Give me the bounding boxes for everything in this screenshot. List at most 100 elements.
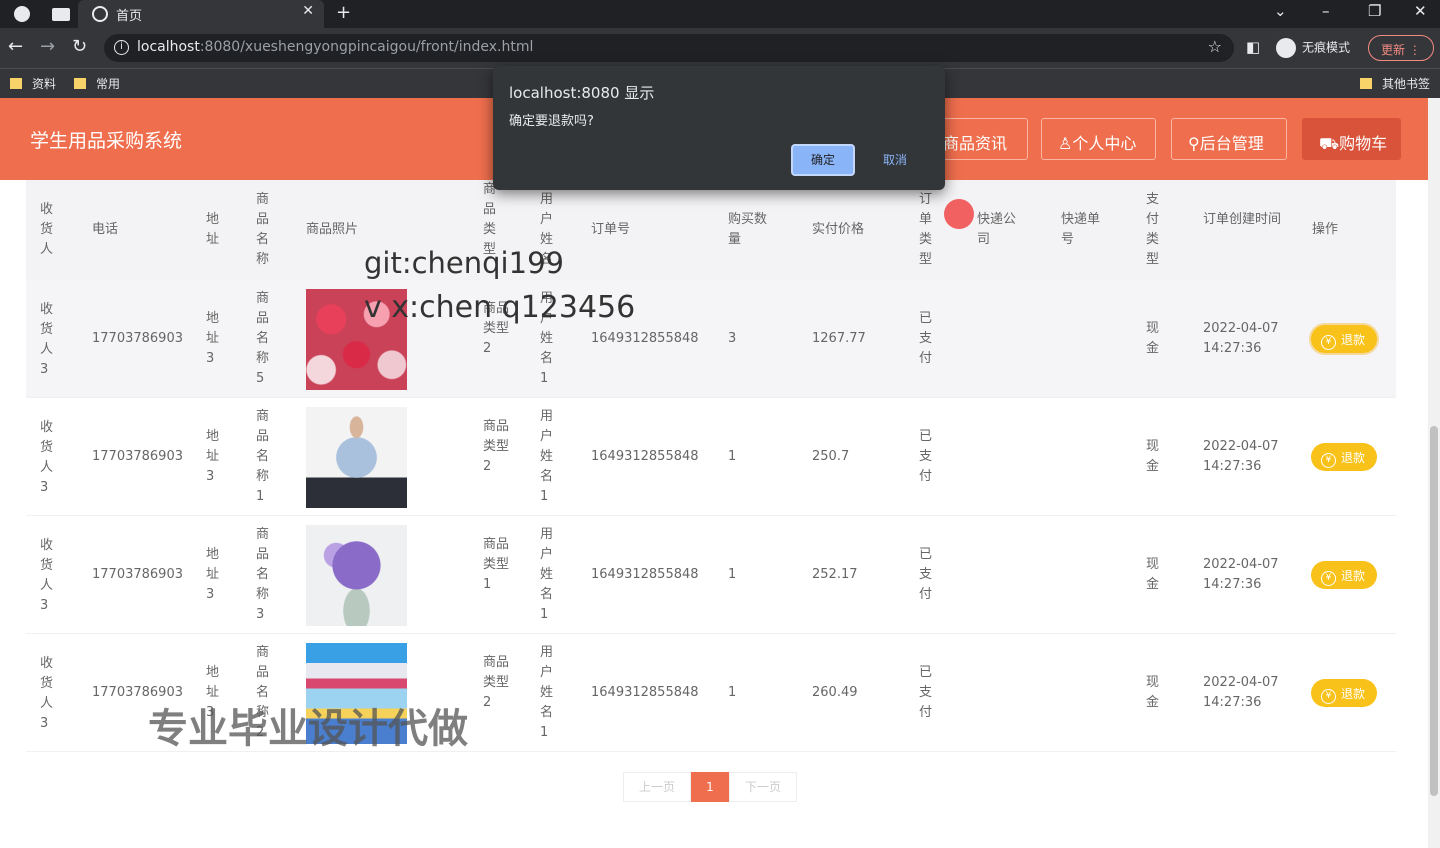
cell-address: 地址3	[206, 547, 220, 602]
header-receiver: 收货人	[40, 202, 54, 257]
cell-order-no: 1649312855848	[591, 331, 699, 346]
chevron-down-icon[interactable]: ⌄	[1274, 2, 1287, 20]
cell-order-type: 已支付	[919, 311, 933, 366]
close-icon[interactable]: ✕	[302, 3, 314, 19]
tab-title: 首页	[116, 9, 143, 24]
refund-button[interactable]: ¥ 退款	[1311, 679, 1377, 707]
cell-product-name: 商品名称3	[256, 527, 270, 622]
header-action: 操作	[1312, 222, 1339, 237]
header-created-time: 订单创建时间	[1203, 212, 1282, 227]
scrollbar-thumb[interactable]	[1430, 426, 1438, 796]
cell-created-time: 2022-04-07 14:27:36	[1203, 675, 1279, 710]
table-row: 收货人3 17703786903 地址3 商品名称1 商品类型2 用户姓名1 1…	[26, 398, 1396, 516]
tab-home[interactable]: 首页 ✕	[78, 0, 324, 28]
nav-cart[interactable]: ⛟购物车	[1302, 118, 1401, 160]
watermark-ad: 专业毕业设计代做	[148, 706, 468, 752]
restore-icon[interactable]: ❐	[1368, 2, 1381, 20]
site-title: 学生用品采购系统	[30, 130, 183, 152]
reload-icon[interactable]: ↻	[72, 36, 87, 57]
cell-product-type: 商品类型1	[483, 537, 510, 592]
incognito-icon	[1276, 38, 1296, 58]
header-courier: 快递公司	[977, 212, 1017, 247]
browser-toolbar: ← → ↻ i localhost:8080/xueshengyongpinca…	[0, 28, 1440, 68]
cell-order-type: 已支付	[919, 547, 933, 602]
refund-button[interactable]: ¥ 退款	[1311, 561, 1377, 589]
bookmark-folder-changyong[interactable]: 常用	[74, 75, 120, 92]
table-row: 收货人3 17703786903 地址3 商品名称5 商品类型2 用户姓名1 1…	[26, 280, 1396, 398]
cell-phone: 17703786903	[92, 331, 183, 346]
cell-created-time: 2022-04-07 14:27:36	[1203, 439, 1279, 474]
new-tab-icon[interactable]: +	[336, 2, 351, 23]
cursor-highlight	[944, 199, 974, 229]
window-close-icon[interactable]: ✕	[1414, 2, 1427, 20]
cell-user-name: 用户姓名1	[540, 645, 554, 740]
header-price: 实付价格	[812, 222, 865, 237]
header-product-name: 商品名称	[256, 192, 270, 267]
cell-order-no: 1649312855848	[591, 685, 699, 700]
cell-qty: 1	[728, 685, 737, 700]
user-icon: ♙	[1058, 134, 1073, 153]
scrollbar[interactable]	[1428, 98, 1440, 848]
back-icon[interactable]: ←	[8, 36, 23, 57]
incognito-indicator[interactable]: 无痕模式	[1276, 38, 1350, 58]
cell-address: 地址3	[206, 429, 220, 484]
cell-product-type: 商品类型2	[483, 419, 510, 474]
minimize-icon[interactable]: –	[1322, 2, 1330, 20]
header-address: 地址	[206, 212, 220, 247]
refund-button[interactable]: ¥ 退款	[1311, 325, 1377, 353]
forward-icon[interactable]: →	[40, 36, 55, 57]
cell-product-name: 商品名称5	[256, 291, 270, 386]
cell-user-name: 用户姓名1	[540, 527, 554, 622]
table-row: 收货人3 17703786903 地址3 商品名称3 商品类型1 用户姓名1 1…	[26, 516, 1396, 634]
nav-admin[interactable]: ⚲后台管理	[1171, 118, 1287, 160]
cell-receiver: 收货人3	[40, 302, 54, 377]
yen-icon: ¥	[1321, 689, 1336, 704]
cell-pay-type: 现金	[1146, 439, 1160, 474]
cart-icon: ⛟	[1319, 134, 1340, 153]
update-button[interactable]: 更新 ⋮	[1368, 35, 1434, 61]
yen-icon: ¥	[1321, 335, 1336, 350]
header-order-type: 订单类型	[919, 192, 933, 267]
cell-qty: 1	[728, 449, 737, 464]
globe-icon	[92, 6, 108, 22]
cell-order-type: 已支付	[919, 665, 933, 720]
cancel-button[interactable]: 取消	[863, 144, 927, 176]
cell-receiver: 收货人3	[40, 538, 54, 613]
cell-price: 250.7	[812, 449, 850, 464]
yen-icon: ¥	[1321, 571, 1336, 586]
cell-receiver: 收货人3	[40, 656, 54, 731]
info-icon[interactable]: i	[114, 40, 129, 55]
cell-phone: 17703786903	[92, 449, 183, 464]
cell-qty: 1	[728, 567, 737, 582]
bookmark-folder-ziliao[interactable]: 资料	[10, 75, 56, 92]
cell-created-time: 2022-04-07 14:27:36	[1203, 557, 1279, 592]
shirt-photo	[306, 407, 407, 508]
header-qty: 购买数量	[728, 212, 768, 247]
cell-address: 地址3	[206, 311, 220, 366]
cell-pay-type: 现金	[1146, 321, 1160, 356]
cell-order-no: 1649312855848	[591, 567, 699, 582]
cell-phone: 17703786903	[92, 567, 183, 582]
dialog-message: 确定要退款吗?	[509, 114, 594, 129]
next-page-button[interactable]: 下一页	[729, 772, 797, 802]
sidebar-icon[interactable]: ◧	[1246, 38, 1260, 56]
cell-qty: 3	[728, 331, 737, 346]
refund-button[interactable]: ¥ 退款	[1311, 443, 1377, 471]
cell-pay-type: 现金	[1146, 557, 1160, 592]
prev-page-button[interactable]: 上一页	[623, 772, 691, 802]
yen-icon: ¥	[1321, 453, 1336, 468]
confirm-button[interactable]: 确定	[791, 144, 855, 176]
cell-order-type: 已支付	[919, 429, 933, 484]
confirm-dialog: localhost:8080 显示 确定要退款吗? 确定 取消	[493, 66, 945, 190]
cell-product-type: 商品类型2	[483, 655, 510, 710]
header-pay-type: 支付类型	[1146, 192, 1160, 267]
cell-pay-type: 现金	[1146, 675, 1160, 710]
browser-menu-icon[interactable]	[14, 6, 30, 22]
cell-price: 260.49	[812, 685, 858, 700]
page-1-button[interactable]: 1	[691, 772, 729, 802]
other-bookmarks[interactable]: 其他书签	[1360, 75, 1430, 92]
nav-personal-center[interactable]: ♙个人中心	[1041, 118, 1156, 160]
bookmark-star-icon[interactable]: ☆	[1208, 37, 1222, 56]
tab-search-icon[interactable]	[52, 8, 70, 21]
address-bar[interactable]: i localhost:8080/xueshengyongpincaigou/f…	[104, 34, 1234, 62]
